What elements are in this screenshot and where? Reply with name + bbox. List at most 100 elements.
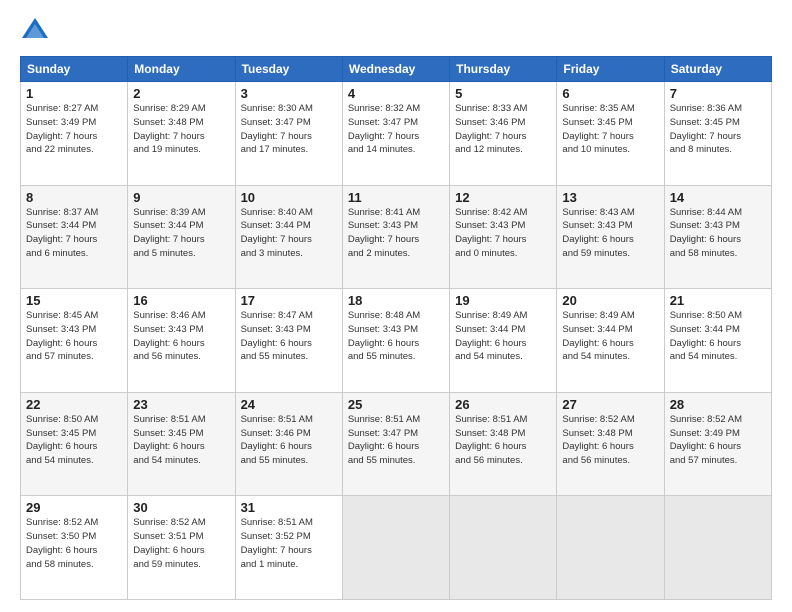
header xyxy=(20,16,772,46)
day-info: Sunrise: 8:36 AM Sunset: 3:45 PM Dayligh… xyxy=(670,102,766,157)
calendar-day-cell: 28Sunrise: 8:52 AM Sunset: 3:49 PM Dayli… xyxy=(664,392,771,496)
day-number: 18 xyxy=(348,293,444,308)
calendar-day-cell: 17Sunrise: 8:47 AM Sunset: 3:43 PM Dayli… xyxy=(235,289,342,393)
day-info: Sunrise: 8:50 AM Sunset: 3:44 PM Dayligh… xyxy=(670,309,766,364)
calendar-day-cell: 21Sunrise: 8:50 AM Sunset: 3:44 PM Dayli… xyxy=(664,289,771,393)
calendar-week-row: 1Sunrise: 8:27 AM Sunset: 3:49 PM Daylig… xyxy=(21,82,772,186)
calendar-day-cell: 5Sunrise: 8:33 AM Sunset: 3:46 PM Daylig… xyxy=(450,82,557,186)
day-number: 12 xyxy=(455,190,551,205)
calendar-day-cell: 30Sunrise: 8:52 AM Sunset: 3:51 PM Dayli… xyxy=(128,496,235,600)
day-number: 15 xyxy=(26,293,122,308)
day-info: Sunrise: 8:29 AM Sunset: 3:48 PM Dayligh… xyxy=(133,102,229,157)
calendar-day-cell: 20Sunrise: 8:49 AM Sunset: 3:44 PM Dayli… xyxy=(557,289,664,393)
day-info: Sunrise: 8:37 AM Sunset: 3:44 PM Dayligh… xyxy=(26,206,122,261)
day-info: Sunrise: 8:27 AM Sunset: 3:49 PM Dayligh… xyxy=(26,102,122,157)
day-number: 16 xyxy=(133,293,229,308)
day-number: 6 xyxy=(562,86,658,101)
page: SundayMondayTuesdayWednesdayThursdayFrid… xyxy=(0,0,792,612)
weekday-header: Sunday xyxy=(21,57,128,82)
day-number: 8 xyxy=(26,190,122,205)
day-number: 21 xyxy=(670,293,766,308)
calendar-day-cell: 31Sunrise: 8:51 AM Sunset: 3:52 PM Dayli… xyxy=(235,496,342,600)
calendar: SundayMondayTuesdayWednesdayThursdayFrid… xyxy=(20,56,772,600)
day-info: Sunrise: 8:52 AM Sunset: 3:49 PM Dayligh… xyxy=(670,413,766,468)
day-number: 9 xyxy=(133,190,229,205)
calendar-day-cell xyxy=(664,496,771,600)
calendar-day-cell: 26Sunrise: 8:51 AM Sunset: 3:48 PM Dayli… xyxy=(450,392,557,496)
calendar-week-row: 29Sunrise: 8:52 AM Sunset: 3:50 PM Dayli… xyxy=(21,496,772,600)
calendar-day-cell: 23Sunrise: 8:51 AM Sunset: 3:45 PM Dayli… xyxy=(128,392,235,496)
day-info: Sunrise: 8:44 AM Sunset: 3:43 PM Dayligh… xyxy=(670,206,766,261)
day-info: Sunrise: 8:49 AM Sunset: 3:44 PM Dayligh… xyxy=(562,309,658,364)
calendar-day-cell: 8Sunrise: 8:37 AM Sunset: 3:44 PM Daylig… xyxy=(21,185,128,289)
day-info: Sunrise: 8:51 AM Sunset: 3:48 PM Dayligh… xyxy=(455,413,551,468)
day-info: Sunrise: 8:51 AM Sunset: 3:52 PM Dayligh… xyxy=(241,516,337,571)
day-number: 26 xyxy=(455,397,551,412)
calendar-day-cell: 10Sunrise: 8:40 AM Sunset: 3:44 PM Dayli… xyxy=(235,185,342,289)
calendar-day-cell: 29Sunrise: 8:52 AM Sunset: 3:50 PM Dayli… xyxy=(21,496,128,600)
day-number: 20 xyxy=(562,293,658,308)
day-info: Sunrise: 8:46 AM Sunset: 3:43 PM Dayligh… xyxy=(133,309,229,364)
calendar-day-cell: 1Sunrise: 8:27 AM Sunset: 3:49 PM Daylig… xyxy=(21,82,128,186)
logo xyxy=(20,16,54,46)
day-info: Sunrise: 8:30 AM Sunset: 3:47 PM Dayligh… xyxy=(241,102,337,157)
day-info: Sunrise: 8:33 AM Sunset: 3:46 PM Dayligh… xyxy=(455,102,551,157)
day-number: 27 xyxy=(562,397,658,412)
day-info: Sunrise: 8:40 AM Sunset: 3:44 PM Dayligh… xyxy=(241,206,337,261)
day-info: Sunrise: 8:32 AM Sunset: 3:47 PM Dayligh… xyxy=(348,102,444,157)
day-info: Sunrise: 8:51 AM Sunset: 3:45 PM Dayligh… xyxy=(133,413,229,468)
calendar-body: 1Sunrise: 8:27 AM Sunset: 3:49 PM Daylig… xyxy=(21,82,772,600)
calendar-day-cell: 24Sunrise: 8:51 AM Sunset: 3:46 PM Dayli… xyxy=(235,392,342,496)
day-number: 25 xyxy=(348,397,444,412)
day-info: Sunrise: 8:35 AM Sunset: 3:45 PM Dayligh… xyxy=(562,102,658,157)
calendar-day-cell: 9Sunrise: 8:39 AM Sunset: 3:44 PM Daylig… xyxy=(128,185,235,289)
day-info: Sunrise: 8:45 AM Sunset: 3:43 PM Dayligh… xyxy=(26,309,122,364)
weekday-header: Tuesday xyxy=(235,57,342,82)
day-number: 17 xyxy=(241,293,337,308)
calendar-day-cell: 19Sunrise: 8:49 AM Sunset: 3:44 PM Dayli… xyxy=(450,289,557,393)
weekday-header: Friday xyxy=(557,57,664,82)
calendar-day-cell: 27Sunrise: 8:52 AM Sunset: 3:48 PM Dayli… xyxy=(557,392,664,496)
day-number: 14 xyxy=(670,190,766,205)
day-info: Sunrise: 8:41 AM Sunset: 3:43 PM Dayligh… xyxy=(348,206,444,261)
day-info: Sunrise: 8:52 AM Sunset: 3:50 PM Dayligh… xyxy=(26,516,122,571)
day-info: Sunrise: 8:48 AM Sunset: 3:43 PM Dayligh… xyxy=(348,309,444,364)
weekday-header: Thursday xyxy=(450,57,557,82)
day-info: Sunrise: 8:42 AM Sunset: 3:43 PM Dayligh… xyxy=(455,206,551,261)
calendar-day-cell: 12Sunrise: 8:42 AM Sunset: 3:43 PM Dayli… xyxy=(450,185,557,289)
weekday-header: Monday xyxy=(128,57,235,82)
calendar-header-row: SundayMondayTuesdayWednesdayThursdayFrid… xyxy=(21,57,772,82)
day-info: Sunrise: 8:52 AM Sunset: 3:48 PM Dayligh… xyxy=(562,413,658,468)
day-number: 30 xyxy=(133,500,229,515)
calendar-day-cell: 15Sunrise: 8:45 AM Sunset: 3:43 PM Dayli… xyxy=(21,289,128,393)
calendar-day-cell: 18Sunrise: 8:48 AM Sunset: 3:43 PM Dayli… xyxy=(342,289,449,393)
calendar-week-row: 15Sunrise: 8:45 AM Sunset: 3:43 PM Dayli… xyxy=(21,289,772,393)
day-number: 31 xyxy=(241,500,337,515)
calendar-day-cell xyxy=(557,496,664,600)
day-info: Sunrise: 8:50 AM Sunset: 3:45 PM Dayligh… xyxy=(26,413,122,468)
calendar-day-cell: 7Sunrise: 8:36 AM Sunset: 3:45 PM Daylig… xyxy=(664,82,771,186)
day-number: 10 xyxy=(241,190,337,205)
day-number: 4 xyxy=(348,86,444,101)
day-info: Sunrise: 8:51 AM Sunset: 3:46 PM Dayligh… xyxy=(241,413,337,468)
calendar-week-row: 8Sunrise: 8:37 AM Sunset: 3:44 PM Daylig… xyxy=(21,185,772,289)
calendar-week-row: 22Sunrise: 8:50 AM Sunset: 3:45 PM Dayli… xyxy=(21,392,772,496)
calendar-day-cell: 11Sunrise: 8:41 AM Sunset: 3:43 PM Dayli… xyxy=(342,185,449,289)
day-number: 1 xyxy=(26,86,122,101)
day-number: 28 xyxy=(670,397,766,412)
day-info: Sunrise: 8:39 AM Sunset: 3:44 PM Dayligh… xyxy=(133,206,229,261)
logo-icon xyxy=(20,16,50,46)
calendar-day-cell: 25Sunrise: 8:51 AM Sunset: 3:47 PM Dayli… xyxy=(342,392,449,496)
day-number: 3 xyxy=(241,86,337,101)
day-number: 7 xyxy=(670,86,766,101)
day-info: Sunrise: 8:51 AM Sunset: 3:47 PM Dayligh… xyxy=(348,413,444,468)
calendar-day-cell: 14Sunrise: 8:44 AM Sunset: 3:43 PM Dayli… xyxy=(664,185,771,289)
day-number: 11 xyxy=(348,190,444,205)
day-number: 5 xyxy=(455,86,551,101)
calendar-day-cell: 16Sunrise: 8:46 AM Sunset: 3:43 PM Dayli… xyxy=(128,289,235,393)
day-number: 23 xyxy=(133,397,229,412)
day-number: 19 xyxy=(455,293,551,308)
calendar-day-cell: 6Sunrise: 8:35 AM Sunset: 3:45 PM Daylig… xyxy=(557,82,664,186)
calendar-day-cell: 4Sunrise: 8:32 AM Sunset: 3:47 PM Daylig… xyxy=(342,82,449,186)
calendar-day-cell: 3Sunrise: 8:30 AM Sunset: 3:47 PM Daylig… xyxy=(235,82,342,186)
